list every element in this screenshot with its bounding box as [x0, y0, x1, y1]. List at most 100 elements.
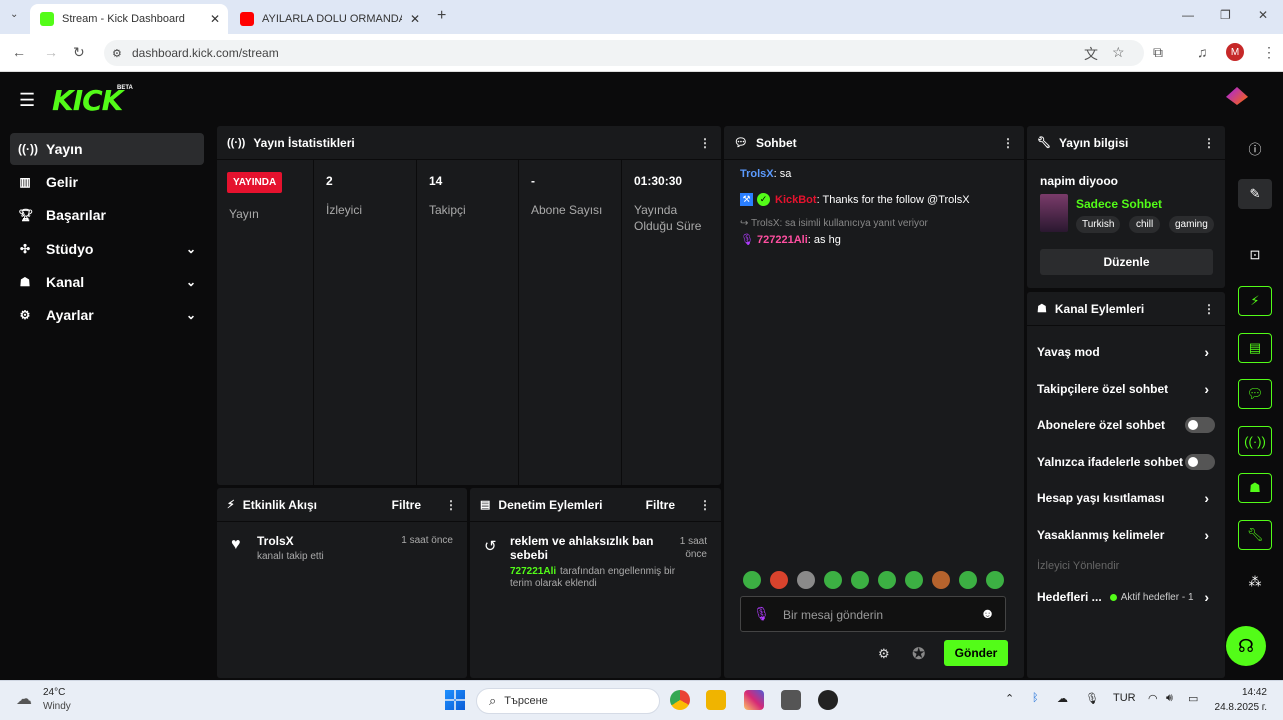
- clock-date[interactable]: 24.8.2025 г.: [1215, 702, 1267, 713]
- more-options-icon[interactable]: ⋮: [699, 136, 711, 150]
- user-avatar-icon[interactable]: [1226, 87, 1248, 105]
- emote-icon[interactable]: [959, 571, 977, 589]
- kick-logo[interactable]: KICK: [52, 84, 123, 117]
- more-options-icon[interactable]: ⋮: [699, 498, 711, 512]
- taskbar-search[interactable]: ⌕ Търсене: [476, 688, 660, 714]
- support-headset-icon[interactable]: ☊: [1226, 626, 1266, 666]
- edit-button[interactable]: Düzenle: [1040, 249, 1213, 275]
- action-goals[interactable]: Hedefleri ... Aktif hedefler - 1 ›: [1027, 579, 1225, 615]
- action-account-age[interactable]: Hesap yaşı kısıtlaması ›: [1027, 480, 1225, 516]
- filter-button[interactable]: Filtre: [646, 498, 675, 512]
- browser-tab-youtube[interactable]: AYILARLA DOLU ORMANDA HA... ✕: [230, 4, 430, 34]
- emote-icon[interactable]: [797, 571, 815, 589]
- tab-search-chevron-icon[interactable]: ⌄: [10, 9, 18, 20]
- address-bar[interactable]: ⚙ dashboard.kick.com/stream: [104, 40, 1144, 66]
- broadcast-icon[interactable]: ((·)): [1238, 426, 1272, 456]
- lightning-icon[interactable]: ⚡︎: [1238, 286, 1272, 316]
- file-explorer-icon[interactable]: [706, 690, 726, 710]
- sidebar-item-yayin[interactable]: ((·)) Yayın: [10, 133, 204, 165]
- microphone-icon[interactable]: 🎙︎: [1085, 692, 1099, 705]
- chat-rewards-icon[interactable]: ✪: [912, 644, 925, 664]
- sidebar-item-kanal[interactable]: ☗ Kanal ⌄: [10, 266, 204, 298]
- weather-icon[interactable]: ☁: [16, 689, 32, 709]
- cloud-icon[interactable]: ☁: [1057, 692, 1068, 705]
- browser-menu-icon[interactable]: ⋮: [1262, 44, 1276, 61]
- send-button[interactable]: Gönder: [944, 640, 1008, 666]
- channel-icon[interactable]: ☗: [1238, 473, 1272, 503]
- emote-icon[interactable]: [986, 571, 1004, 589]
- clock-time[interactable]: 14:42: [1242, 687, 1267, 698]
- more-options-icon[interactable]: ⋮: [1002, 136, 1014, 150]
- restore-icon[interactable]: ❐: [1220, 8, 1231, 22]
- emote-icon[interactable]: [878, 571, 896, 589]
- extensions-icon[interactable]: ⧉: [1153, 44, 1163, 61]
- profile-avatar[interactable]: M: [1226, 43, 1244, 61]
- weather-temp[interactable]: 24°C: [43, 687, 65, 698]
- site-info-icon[interactable]: ⚙: [112, 47, 122, 60]
- back-icon[interactable]: ←: [12, 44, 26, 60]
- volume-icon[interactable]: 🔊︎: [1166, 692, 1173, 705]
- chrome-icon[interactable]: [670, 690, 690, 710]
- info-icon[interactable]: ⓘ: [1238, 133, 1272, 163]
- emote-icon[interactable]: [851, 571, 869, 589]
- emote-icon[interactable]: [824, 571, 842, 589]
- subscribers-only-toggle[interactable]: [1185, 417, 1215, 433]
- window-close-icon[interactable]: ✕: [1258, 8, 1268, 22]
- screenshot-icon[interactable]: ⊡: [1238, 240, 1272, 270]
- emote-icon[interactable]: [932, 571, 950, 589]
- bluetooth-icon[interactable]: ᛒ: [1032, 692, 1039, 704]
- game-app-icon[interactable]: [781, 690, 801, 710]
- obs-icon[interactable]: [818, 690, 838, 710]
- new-tab-icon[interactable]: +: [437, 7, 446, 25]
- tag-chip[interactable]: chill: [1129, 216, 1161, 233]
- chat-settings-icon[interactable]: ⚙: [878, 646, 890, 662]
- more-options-icon[interactable]: ⋮: [445, 498, 457, 512]
- tag-chip[interactable]: gaming: [1169, 216, 1214, 233]
- instagram-icon[interactable]: [744, 690, 764, 710]
- document-icon[interactable]: ▤: [1238, 333, 1272, 363]
- bookmark-star-icon[interactable]: ☆: [1112, 44, 1125, 61]
- emoji-icon[interactable]: ☻: [980, 605, 995, 621]
- sidebar-item-ayarlar[interactable]: ⚙ Ayarlar ⌄: [10, 299, 204, 331]
- emote-only-toggle[interactable]: [1185, 454, 1215, 470]
- emote-icon[interactable]: [905, 571, 923, 589]
- action-banned-words[interactable]: Yasaklanmış kelimeler ›: [1027, 517, 1225, 553]
- sidebar-item-basarilar[interactable]: 🏆︎ Başarılar: [10, 199, 204, 231]
- sidebar-item-studyo[interactable]: ✣ Stüdyo ⌄: [10, 233, 204, 265]
- wrench-icon[interactable]: 🔧︎: [1238, 520, 1272, 550]
- action-slow-mode[interactable]: Yavaş mod ›: [1027, 334, 1225, 370]
- mic-icon[interactable]: 🎙︎: [753, 606, 770, 622]
- tag-chip[interactable]: Turkish: [1076, 216, 1121, 233]
- emote-icon[interactable]: [743, 571, 761, 589]
- forward-icon[interactable]: →: [44, 44, 58, 60]
- chat-message[interactable]: ⚒ ✓ KickBot: Thanks for the follow @Trol…: [740, 193, 970, 206]
- more-options-icon[interactable]: ⋮: [1203, 136, 1215, 150]
- battery-icon[interactable]: ▭: [1188, 692, 1198, 705]
- hamburger-menu-icon[interactable]: ☰: [19, 90, 35, 111]
- close-tab-icon[interactable]: ✕: [210, 12, 220, 26]
- activity-user[interactable]: TrolsX: [257, 534, 294, 548]
- chat-message[interactable]: TrolsX: sa: [740, 168, 791, 180]
- category-name[interactable]: Sadece Sohbet: [1076, 197, 1162, 211]
- emote-icon[interactable]: [770, 571, 788, 589]
- minimize-icon[interactable]: —: [1182, 8, 1194, 22]
- tray-chevron-icon[interactable]: ⌃: [1005, 692, 1014, 705]
- undo-icon[interactable]: ↺: [484, 537, 497, 555]
- category-thumbnail[interactable]: [1040, 194, 1068, 232]
- chat-username[interactable]: TrolsX: [740, 168, 774, 180]
- browser-tab-kick[interactable]: Stream - Kick Dashboard ✕: [30, 4, 228, 34]
- media-control-icon[interactable]: ♫: [1197, 44, 1208, 60]
- language-indicator[interactable]: TUR: [1113, 692, 1136, 704]
- more-options-icon[interactable]: ⋮: [1203, 302, 1215, 316]
- filter-button[interactable]: Filtre: [392, 498, 421, 512]
- translate-icon[interactable]: 文: [1084, 44, 1098, 64]
- reload-icon[interactable]: ↻: [73, 44, 85, 61]
- chat-username[interactable]: 727221Ali: [757, 234, 808, 246]
- pencil-icon[interactable]: ✎: [1238, 179, 1272, 209]
- chat-input[interactable]: 🎙︎ Bir mesaj gönderin ☻: [740, 596, 1006, 632]
- wifi-icon[interactable]: ◠: [1148, 692, 1158, 705]
- sidebar-item-gelir[interactable]: ▥ Gelir: [10, 166, 204, 198]
- action-followers-only[interactable]: Takipçilere özel sohbet ›: [1027, 371, 1225, 407]
- close-tab-icon[interactable]: ✕: [410, 12, 420, 26]
- chat-message[interactable]: 🎙︎ 727221Ali: as hg: [740, 233, 841, 246]
